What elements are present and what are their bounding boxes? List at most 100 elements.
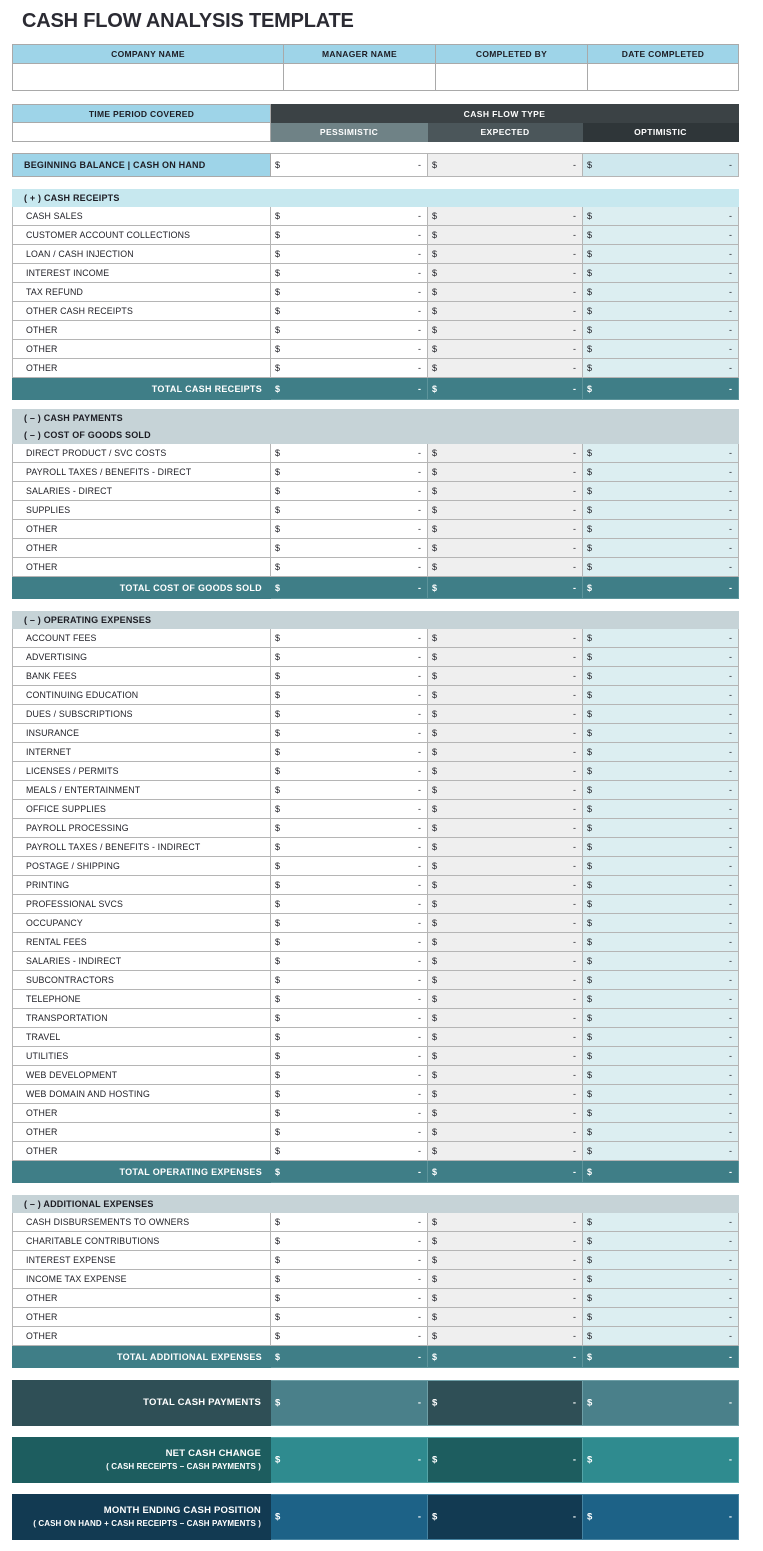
cell-optimistic[interactable]: $ - bbox=[582, 244, 739, 264]
cell-optimistic[interactable]: $ - bbox=[581, 913, 740, 933]
cell-pessimistic[interactable]: $ - bbox=[270, 628, 428, 648]
cell-optimistic[interactable]: $ - bbox=[581, 1231, 740, 1251]
cell-optimistic[interactable]: $ - bbox=[581, 951, 740, 971]
cell-pessimistic[interactable]: $ - bbox=[270, 647, 428, 667]
cell-expected[interactable]: $ - bbox=[427, 628, 583, 648]
cell-optimistic[interactable]: $ - bbox=[581, 443, 740, 463]
cell-pessimistic[interactable]: $ - bbox=[270, 1027, 428, 1047]
cell-expected[interactable]: $ - bbox=[427, 761, 583, 781]
cell-optimistic[interactable]: $ - bbox=[581, 1065, 740, 1085]
cell-expected[interactable]: $ - bbox=[427, 1027, 583, 1047]
date-completed-input[interactable] bbox=[587, 63, 739, 91]
cell-expected[interactable]: $ - bbox=[427, 837, 583, 857]
cell-optimistic[interactable]: $ - bbox=[581, 1307, 740, 1327]
cell-expected[interactable]: $ - bbox=[427, 1212, 583, 1232]
cell-expected[interactable]: $ - bbox=[427, 894, 583, 914]
cell-expected[interactable]: $ - bbox=[427, 519, 583, 539]
cell-pessimistic[interactable]: $ - bbox=[270, 1046, 428, 1066]
cell-pessimistic[interactable]: $ - bbox=[270, 1008, 428, 1028]
cell-optimistic[interactable]: $ - bbox=[581, 538, 740, 558]
cell-optimistic[interactable]: $ - bbox=[581, 799, 740, 819]
cell-pessimistic[interactable]: $ - bbox=[270, 358, 428, 378]
cell-expected[interactable]: $ - bbox=[427, 1008, 583, 1028]
cell-expected[interactable]: $ - bbox=[427, 263, 583, 283]
cell-optimistic[interactable]: $ - bbox=[581, 666, 740, 686]
cell-pessimistic[interactable]: $ - bbox=[270, 761, 428, 781]
cell-optimistic[interactable]: $ - bbox=[581, 1046, 740, 1066]
company-name-input[interactable] bbox=[12, 63, 284, 91]
cell-expected[interactable]: $ - bbox=[427, 358, 583, 378]
cell-optimistic[interactable]: $ - bbox=[581, 1008, 740, 1028]
cell-pessimistic[interactable]: $ - bbox=[270, 1307, 428, 1327]
cell-expected[interactable]: $ - bbox=[427, 1046, 583, 1066]
cell-expected[interactable]: $ - bbox=[427, 538, 583, 558]
beginning-balance-pessimistic[interactable]: $ - bbox=[270, 153, 428, 177]
cell-expected[interactable]: $ - bbox=[427, 647, 583, 667]
cell-pessimistic[interactable]: $ - bbox=[270, 1103, 428, 1123]
cell-optimistic[interactable]: $ - bbox=[581, 723, 740, 743]
cell-expected[interactable]: $ - bbox=[427, 443, 583, 463]
cell-expected[interactable]: $ - bbox=[427, 557, 583, 577]
cell-expected[interactable]: $ - bbox=[427, 666, 583, 686]
cell-optimistic[interactable]: $ - bbox=[581, 647, 740, 667]
cell-expected[interactable]: $ - bbox=[427, 970, 583, 990]
cell-optimistic[interactable]: $ - bbox=[581, 1212, 740, 1232]
cell-pessimistic[interactable]: $ - bbox=[270, 837, 428, 857]
cell-pessimistic[interactable]: $ - bbox=[270, 1326, 428, 1346]
cell-optimistic[interactable]: $ - bbox=[581, 932, 740, 952]
cell-expected[interactable]: $ - bbox=[427, 856, 583, 876]
cell-pessimistic[interactable]: $ - bbox=[270, 818, 428, 838]
cell-expected[interactable]: $ - bbox=[427, 1065, 583, 1085]
cell-pessimistic[interactable]: $ - bbox=[270, 1141, 428, 1161]
cell-optimistic[interactable]: $ - bbox=[582, 206, 739, 226]
cell-expected[interactable]: $ - bbox=[427, 1122, 583, 1142]
cell-optimistic[interactable]: $ - bbox=[581, 704, 740, 724]
cell-pessimistic[interactable]: $ - bbox=[270, 263, 428, 283]
cell-pessimistic[interactable]: $ - bbox=[270, 856, 428, 876]
cell-pessimistic[interactable]: $ - bbox=[270, 970, 428, 990]
cell-pessimistic[interactable]: $ - bbox=[270, 1065, 428, 1085]
cell-expected[interactable]: $ - bbox=[427, 1141, 583, 1161]
cell-expected[interactable]: $ - bbox=[427, 780, 583, 800]
cell-pessimistic[interactable]: $ - bbox=[270, 932, 428, 952]
time-period-input[interactable] bbox=[12, 122, 271, 142]
cell-pessimistic[interactable]: $ - bbox=[270, 206, 428, 226]
cell-optimistic[interactable]: $ - bbox=[582, 282, 739, 302]
cell-pessimistic[interactable]: $ - bbox=[270, 1212, 428, 1232]
cell-expected[interactable]: $ - bbox=[427, 989, 583, 1009]
cell-optimistic[interactable]: $ - bbox=[581, 462, 740, 482]
cell-optimistic[interactable]: $ - bbox=[581, 557, 740, 577]
cell-pessimistic[interactable]: $ - bbox=[270, 282, 428, 302]
cell-optimistic[interactable]: $ - bbox=[581, 818, 740, 838]
cell-pessimistic[interactable]: $ - bbox=[270, 1250, 428, 1270]
cell-pessimistic[interactable]: $ - bbox=[270, 538, 428, 558]
cell-optimistic[interactable]: $ - bbox=[581, 837, 740, 857]
cell-optimistic[interactable]: $ - bbox=[581, 1326, 740, 1346]
cell-expected[interactable]: $ - bbox=[427, 1103, 583, 1123]
completed-by-input[interactable] bbox=[435, 63, 588, 91]
cell-expected[interactable]: $ - bbox=[427, 244, 583, 264]
cell-pessimistic[interactable]: $ - bbox=[270, 799, 428, 819]
cell-optimistic[interactable]: $ - bbox=[581, 1141, 740, 1161]
cell-expected[interactable]: $ - bbox=[427, 206, 583, 226]
beginning-balance-expected[interactable]: $ - bbox=[427, 153, 583, 177]
cell-pessimistic[interactable]: $ - bbox=[270, 225, 428, 245]
cell-optimistic[interactable]: $ - bbox=[581, 989, 740, 1009]
cell-pessimistic[interactable]: $ - bbox=[270, 557, 428, 577]
cell-expected[interactable]: $ - bbox=[427, 339, 583, 359]
cell-pessimistic[interactable]: $ - bbox=[270, 780, 428, 800]
cell-pessimistic[interactable]: $ - bbox=[270, 339, 428, 359]
cell-optimistic[interactable]: $ - bbox=[581, 894, 740, 914]
cell-optimistic[interactable]: $ - bbox=[581, 856, 740, 876]
cell-pessimistic[interactable]: $ - bbox=[270, 500, 428, 520]
cell-expected[interactable]: $ - bbox=[427, 875, 583, 895]
cell-optimistic[interactable]: $ - bbox=[581, 1027, 740, 1047]
cell-expected[interactable]: $ - bbox=[427, 1231, 583, 1251]
cell-expected[interactable]: $ - bbox=[427, 1250, 583, 1270]
cell-optimistic[interactable]: $ - bbox=[582, 263, 739, 283]
cell-optimistic[interactable]: $ - bbox=[581, 1288, 740, 1308]
cell-expected[interactable]: $ - bbox=[427, 1269, 583, 1289]
cell-expected[interactable]: $ - bbox=[427, 320, 583, 340]
cell-expected[interactable]: $ - bbox=[427, 685, 583, 705]
cell-expected[interactable]: $ - bbox=[427, 913, 583, 933]
